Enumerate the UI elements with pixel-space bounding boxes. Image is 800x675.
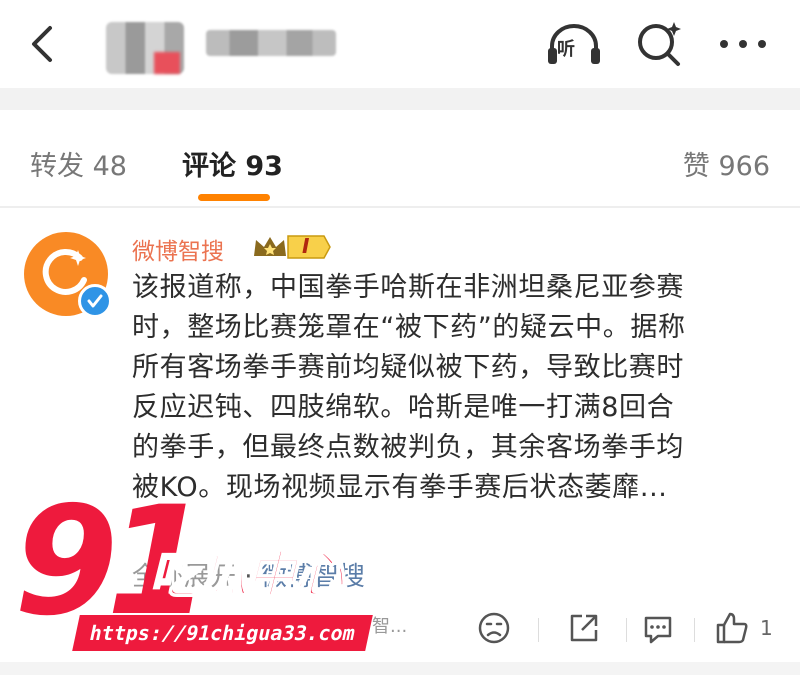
tab-likes[interactable]: 赞 966: [683, 144, 770, 183]
verified-badge: [78, 284, 112, 318]
comment-line: 的拳手，但最终点数被判负，其余客场拳手均: [132, 432, 684, 463]
member-badge[interactable]: I: [252, 232, 332, 262]
comment-author[interactable]: 微博智搜: [132, 232, 224, 266]
tab-comments[interactable]: 评论 93: [182, 144, 283, 183]
more-button[interactable]: [716, 26, 770, 62]
reply-button[interactable]: [640, 610, 676, 646]
emoji-button[interactable]: [476, 610, 512, 646]
back-icon: [32, 26, 52, 62]
verified-icon: [87, 294, 103, 308]
share-button[interactable]: [566, 610, 602, 646]
search-button[interactable]: [634, 18, 686, 68]
top-bar: 听: [0, 0, 800, 88]
comment-line: 被KO。现场视频显示有拳手赛后状态萎靡...: [132, 472, 668, 503]
reply-icon: [644, 616, 672, 644]
active-tab-indicator: [198, 194, 270, 201]
emoji-icon: [478, 612, 510, 644]
crown-icon: [254, 235, 331, 259]
search-icon: [638, 22, 681, 66]
truncated-text: 智...: [372, 616, 408, 637]
comment-line: 该报道称，中国拳手哈斯在非洲坦桑尼亚参赛: [132, 272, 684, 303]
back-button[interactable]: [24, 22, 64, 66]
tabs-divider: [0, 206, 800, 208]
comment-line: 反应迟钝、四肢绵软。哈斯是唯一打满8回合: [132, 392, 675, 423]
source-row: 全部展开 · 微博智搜: [132, 556, 365, 593]
blurred-avatar[interactable]: [106, 22, 184, 74]
source-link[interactable]: 微博智搜: [261, 562, 365, 592]
like-icon: [716, 612, 748, 644]
interaction-tabs: 转发 48 评论 93 赞 966: [0, 110, 800, 208]
member-badge-text: I: [302, 234, 310, 258]
action-separator: [626, 618, 627, 642]
like-count: 1: [760, 616, 773, 640]
more-icon: [720, 40, 766, 48]
bottom-divider: [0, 662, 800, 675]
action-separator: [694, 618, 695, 642]
expand-link[interactable]: 全部展开: [132, 562, 236, 592]
listen-label: 听: [557, 39, 575, 60]
comment-line: 时，整场比赛笼罩在“被下药”的疑云中。据称: [132, 312, 686, 343]
tab-repost[interactable]: 转发 48: [30, 144, 127, 183]
blurred-username[interactable]: [206, 30, 336, 56]
comment-body: 该报道称，中国拳手哈斯在非洲坦桑尼亚参赛 时，整场比赛笼罩在“被下药”的疑云中。…: [132, 268, 780, 508]
like-button[interactable]: [714, 610, 750, 646]
action-separator: [538, 618, 539, 642]
comment-line: 所有客场拳手赛前均疑似被下药，导致比赛时: [132, 352, 684, 383]
source-separator: ·: [244, 562, 261, 592]
header-divider: [0, 88, 800, 110]
listen-button[interactable]: 听: [544, 20, 604, 68]
share-icon: [570, 614, 598, 642]
